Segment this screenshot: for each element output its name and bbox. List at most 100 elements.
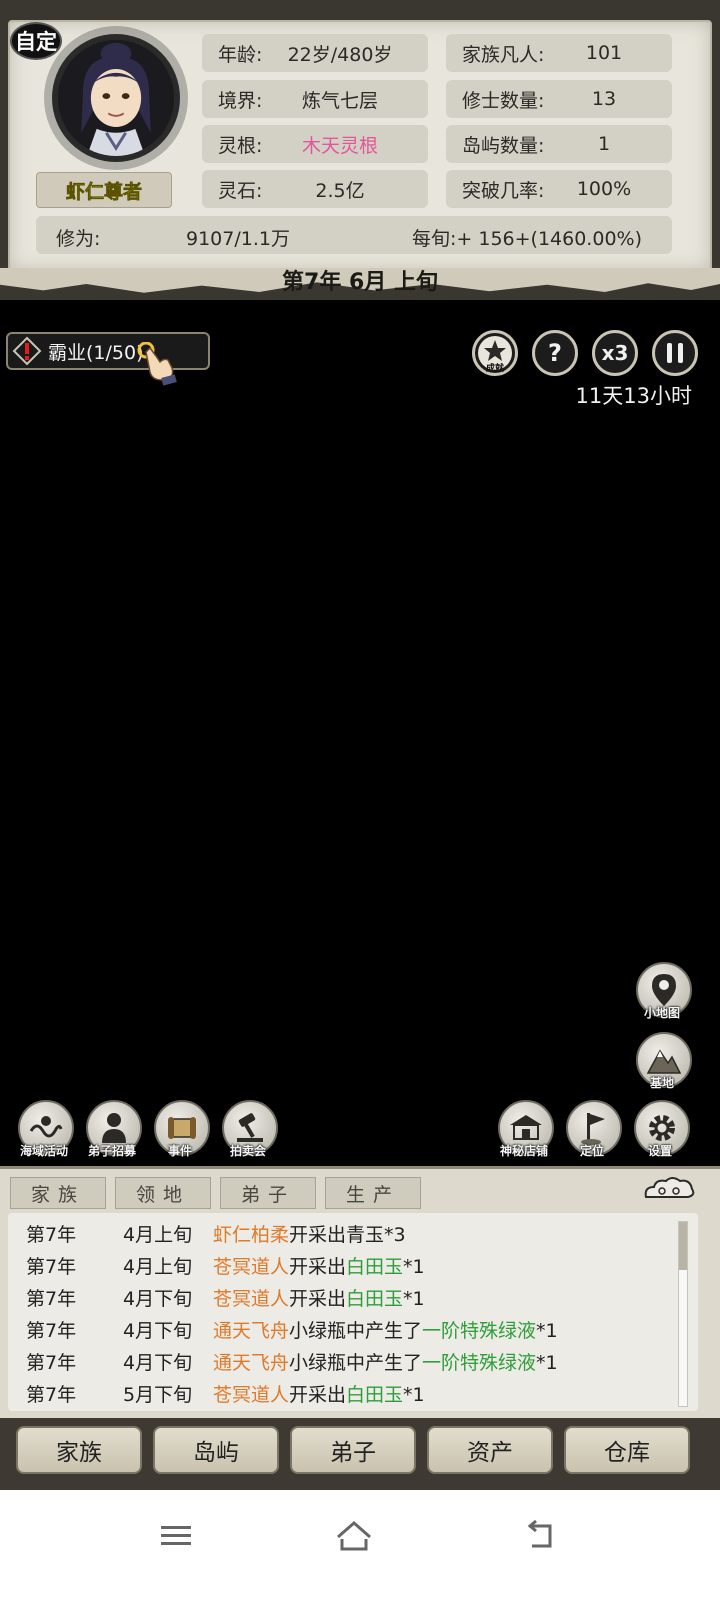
log-period: 4月上旬 <box>123 1255 193 1278</box>
cultivation-value: 9107/1.1万 <box>186 228 290 250</box>
help-icon: ? <box>548 339 562 367</box>
cloud-toggle-icon[interactable] <box>642 1175 696 1203</box>
system-nav-bar <box>0 1490 720 1600</box>
game-date: 第7年 6月 上旬 <box>282 270 438 295</box>
pause-button[interactable] <box>652 330 698 376</box>
gavel-icon <box>237 1113 263 1142</box>
log-period: 4月下旬 <box>123 1351 193 1374</box>
event-log-panel: 家族 领地 弟子 生产 第7年 4月上旬 虾仁柏柔开采出青玉*3 第7年 4月上… <box>0 1166 720 1418</box>
stat-cultivator-count: 修士数量: 13 <box>446 80 672 118</box>
log-entry: 第7年 4月下旬 通天飞舟小绿瓶中产生了一阶特殊绿液*1 <box>8 1345 668 1377</box>
nav-disciples-button[interactable]: 弟子 <box>290 1426 416 1474</box>
achievement-button[interactable]: 成就 <box>472 330 518 376</box>
log-count: *1 <box>403 1255 425 1278</box>
wave-icon <box>29 1116 63 1138</box>
bottom-nav: 家族 岛屿 弟子 资产 仓库 <box>0 1418 720 1490</box>
tap-hint-hand-icon <box>136 341 180 386</box>
nav-islands-button[interactable]: 岛屿 <box>153 1426 279 1474</box>
cultivation-label: 修为: <box>56 228 101 250</box>
stat-spirit-stones-value: 2.5亿 <box>315 179 365 202</box>
home-icon[interactable] <box>330 1512 378 1560</box>
log-actor: 通天飞舟 <box>213 1319 290 1342</box>
log-action: 小绿瓶中产生了 <box>289 1319 423 1342</box>
flag-icon <box>581 1113 605 1145</box>
shop-pavilion-icon <box>510 1115 542 1140</box>
player-title: 虾仁尊者 <box>36 172 172 208</box>
log-action: 开采出 <box>289 1383 347 1406</box>
log-scrollbar[interactable] <box>678 1221 688 1407</box>
stat-breakthrough-rate-value: 100% <box>576 178 632 200</box>
log-tab-territory[interactable]: 领地 <box>115 1177 211 1209</box>
nav-family-button[interactable]: 家族 <box>16 1426 142 1474</box>
log-entry: 第7年 4月上旬 虾仁柏柔开采出青玉*3 <box>8 1217 668 1249</box>
game-screen: 自定 虾仁尊者 年龄: 22岁/480岁 境界: 炼气七层 灵根: 木天灵根 灵… <box>0 0 720 1600</box>
help-button[interactable]: ? <box>532 330 578 376</box>
log-count: *1 <box>403 1383 425 1406</box>
log-tab-production[interactable]: 生产 <box>325 1177 421 1209</box>
cultivation-rate: 每旬:+ 156+(1460.00%) <box>412 228 642 250</box>
auction-label: 拍卖会 <box>229 1144 266 1158</box>
speed-button[interactable]: x3 <box>592 330 638 376</box>
achievement-label: 成就 <box>485 364 504 374</box>
log-year: 第7年 <box>26 1319 77 1342</box>
pause-icon <box>667 343 683 363</box>
stat-family-mortals: 家族凡人: 101 <box>446 34 672 72</box>
minimap-label: 小地图 <box>643 1006 680 1020</box>
warning-icon <box>10 334 44 368</box>
log-item: 一阶特殊绿液 <box>422 1319 537 1342</box>
log-item: 白田玉 <box>346 1383 404 1406</box>
log-period: 4月上旬 <box>123 1223 193 1246</box>
stat-age-value: 22岁/480岁 <box>287 43 393 66</box>
stat-age: 年龄: 22岁/480岁 <box>202 34 428 72</box>
log-action: 小绿瓶中产生了 <box>289 1351 423 1374</box>
gear-icon <box>649 1115 675 1141</box>
log-entry: 第7年 5月下旬 苍冥道人开采出白田玉*1 <box>8 1377 668 1409</box>
map-pin-icon <box>652 974 676 1006</box>
stat-breakthrough-rate: 突破几率: 100% <box>446 170 672 208</box>
stat-island-count-value: 1 <box>597 133 611 155</box>
settings-label: 设置 <box>647 1144 672 1158</box>
scroll-icon <box>168 1117 196 1139</box>
log-period: 4月下旬 <box>123 1287 193 1310</box>
quest-label: 霸业(1/50) <box>48 341 144 364</box>
log-tab-family[interactable]: 家族 <box>10 1177 106 1209</box>
log-item: 白田玉 <box>346 1255 404 1278</box>
stat-family-mortals-value: 101 <box>585 42 623 64</box>
log-item: 青玉 <box>346 1223 385 1246</box>
avatar-portrait-icon <box>58 40 174 156</box>
nav-assets-button[interactable]: 资产 <box>427 1426 553 1474</box>
log-entry: 第7年 4月下旬 通天飞舟小绿瓶中产生了一阶特殊绿液*1 <box>8 1313 668 1345</box>
auto-mode-badge[interactable]: 自定 <box>10 22 62 60</box>
stat-realm-value: 炼气七层 <box>301 89 378 112</box>
log-actor: 通天飞舟 <box>213 1351 290 1374</box>
log-year: 第7年 <box>26 1255 77 1278</box>
stat-spirit-root: 灵根: 木天灵根 <box>202 125 428 163</box>
log-year: 第7年 <box>26 1223 77 1246</box>
player-avatar[interactable] <box>52 34 180 162</box>
log-count: *1 <box>536 1351 558 1374</box>
log-entry: 第7年 4月下旬 苍冥道人开采出白田玉*1 <box>8 1281 668 1313</box>
menu-icon[interactable] <box>152 1512 200 1560</box>
log-scrollbar-thumb[interactable] <box>679 1222 687 1270</box>
stat-spirit-stones: 灵石: 2.5亿 <box>202 170 428 208</box>
log-action: 开采出 <box>289 1287 347 1310</box>
event-log-list[interactable]: 第7年 4月上旬 虾仁柏柔开采出青玉*3 第7年 4月上旬 苍冥道人开采出白田玉… <box>8 1213 698 1411</box>
log-tab-disciples[interactable]: 弟子 <box>220 1177 316 1209</box>
stat-realm: 境界: 炼气七层 <box>202 80 428 118</box>
back-icon[interactable] <box>516 1512 564 1560</box>
log-message: 苍冥道人开采出白田玉*1 <box>213 1284 425 1311</box>
log-actor: 苍冥道人 <box>213 1255 290 1278</box>
nav-warehouse-button[interactable]: 仓库 <box>564 1426 690 1474</box>
disciple-icon <box>102 1113 126 1143</box>
mountain-icon <box>646 1049 682 1074</box>
base-label: 基地 <box>649 1076 674 1090</box>
log-action: 开采出 <box>289 1223 347 1246</box>
log-year: 第7年 <box>26 1287 77 1310</box>
log-item: 一阶特殊绿液 <box>422 1351 537 1374</box>
log-message: 虾仁柏柔开采出青玉*3 <box>213 1220 406 1247</box>
cultivation-bar: 修为: 9107/1.1万 每旬:+ 156+(1460.00%) <box>36 216 672 254</box>
log-message: 通天飞舟小绿瓶中产生了一阶特殊绿液*1 <box>213 1348 558 1375</box>
log-actor: 苍冥道人 <box>213 1383 290 1406</box>
log-message: 苍冥道人开采出白田玉*1 <box>213 1252 425 1279</box>
stat-spirit-root-value: 木天灵根 <box>301 134 378 157</box>
